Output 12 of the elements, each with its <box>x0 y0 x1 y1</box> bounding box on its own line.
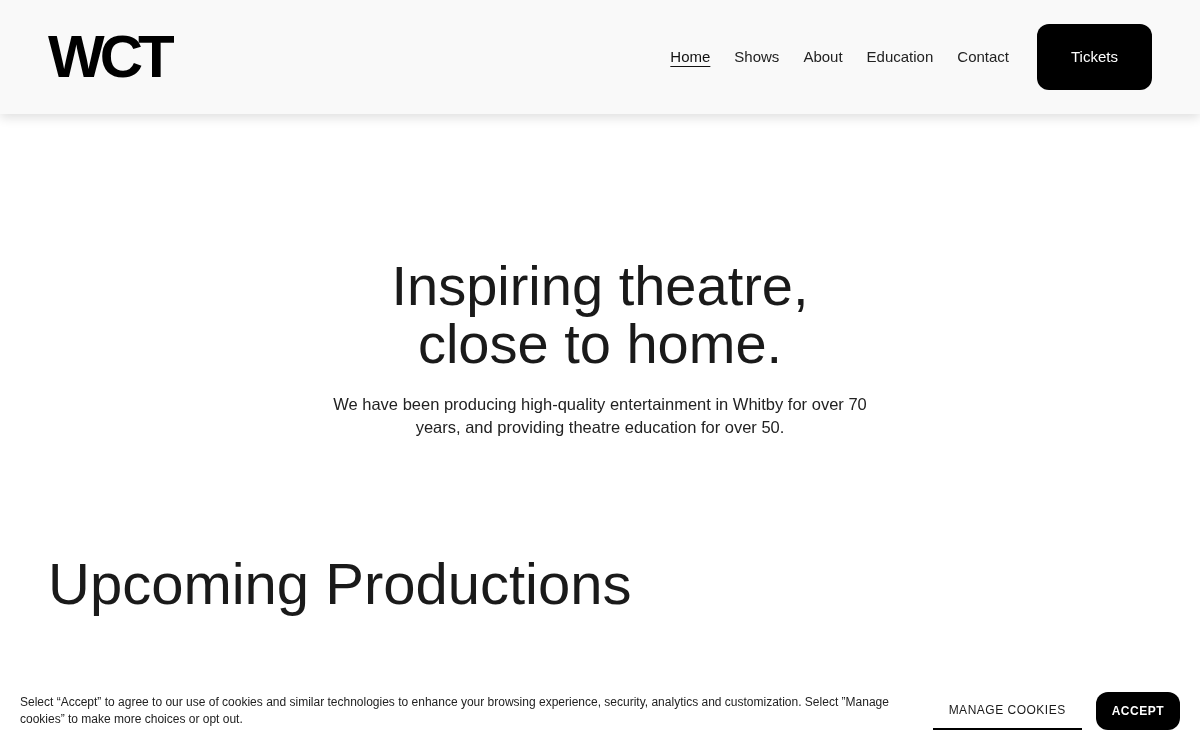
cookie-text: Select “Accept” to agree to our use of cookies and similar technologies to enhance your browsing experience, security, analytics and customization. Select ”Manage cookies” to make more choices or opt out. <box>20 693 890 728</box>
accept-button[interactable]: ACCEPT <box>1095 691 1180 730</box>
hero-title: Inspiring theatre, close to home. <box>391 257 809 373</box>
nav-link[interactable]: Shows <box>734 45 780 69</box>
nav-link[interactable]: Home <box>670 45 711 69</box>
tickets-button[interactable]: Tickets <box>1037 24 1152 90</box>
logo[interactable]: WCT <box>48 27 178 87</box>
nav-link[interactable]: About <box>803 45 843 69</box>
hero-text: We have been producing high-quality entertainment in Whitby for over 70 years, and providing theatre education for over 50. <box>332 394 868 438</box>
manage-cookies-button[interactable]: MANAGE COOKIES <box>932 691 1082 730</box>
nav-link[interactable]: Education <box>866 45 934 69</box>
nav-link[interactable]: Contact <box>957 45 1009 69</box>
